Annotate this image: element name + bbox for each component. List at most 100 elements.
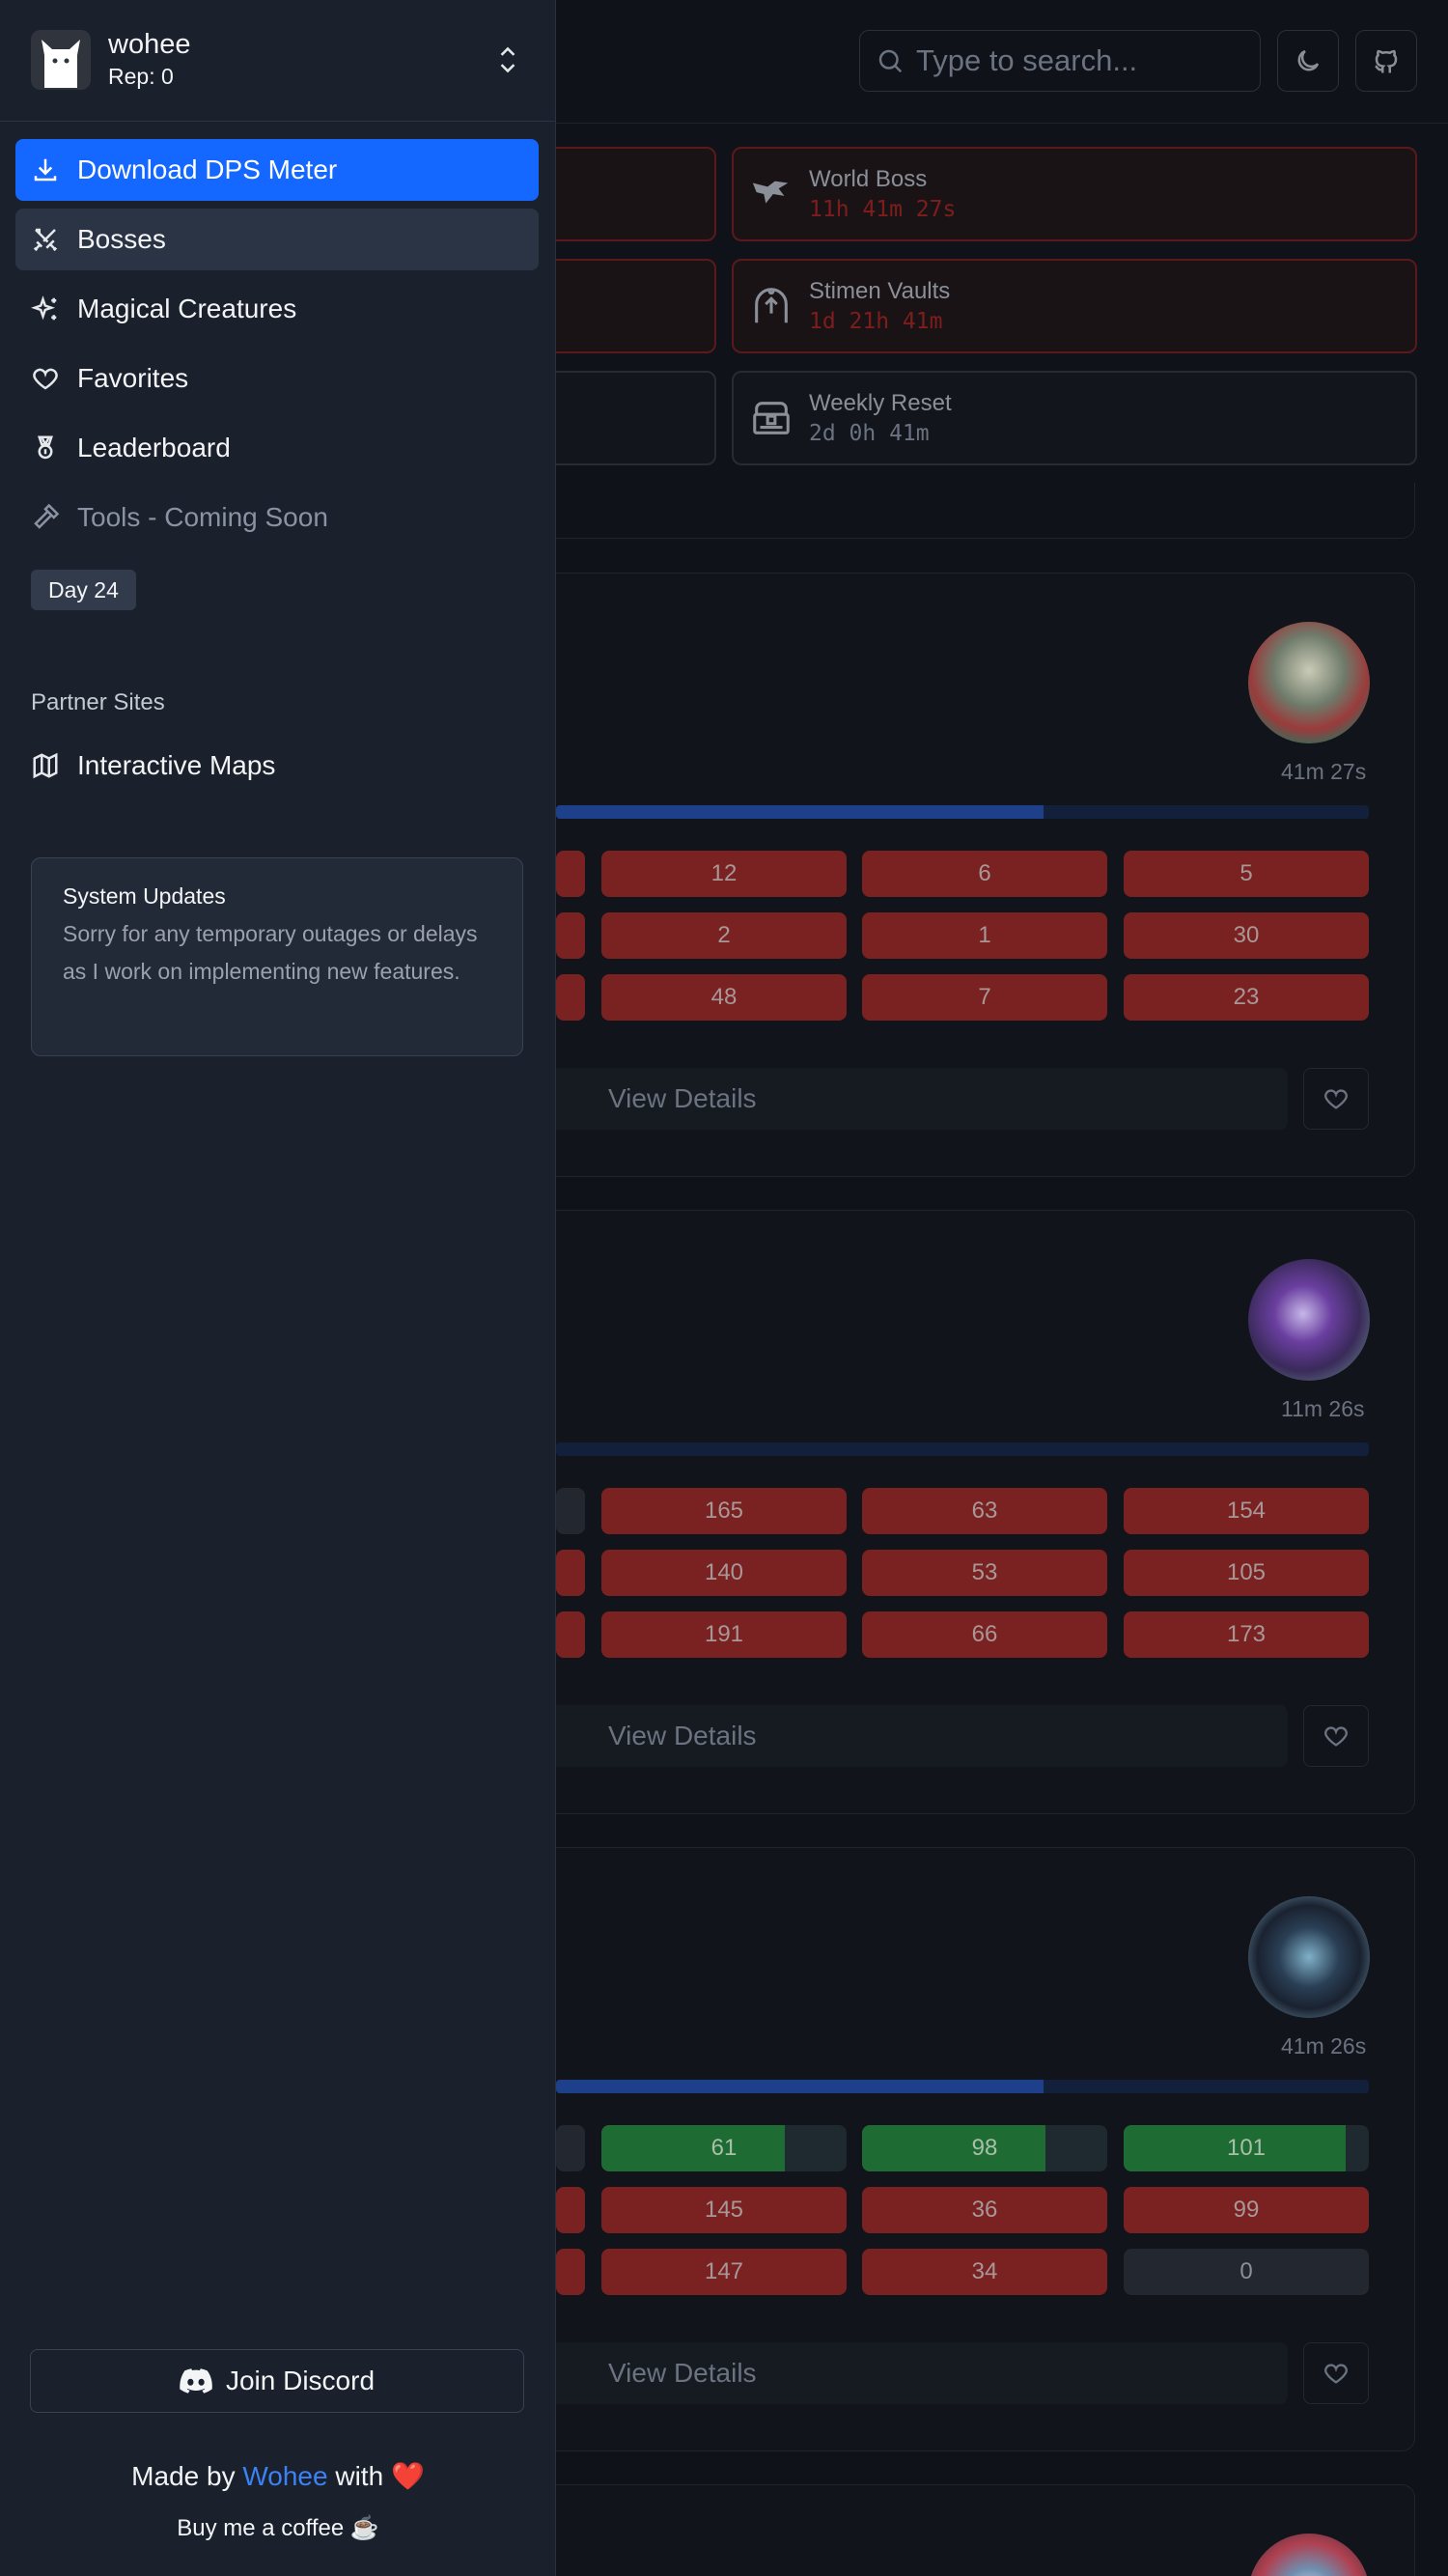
timers-panel-edge bbox=[425, 483, 1415, 539]
stat-cell-partial bbox=[556, 2249, 585, 2295]
stat-cell-partial bbox=[556, 912, 585, 959]
discord-icon bbox=[180, 2368, 212, 2394]
timer-countdown: 11h 41m 27s bbox=[809, 197, 957, 222]
search-icon bbox=[878, 49, 903, 73]
boss-avatar bbox=[1248, 1896, 1370, 2018]
nav-label: Favorites bbox=[77, 363, 189, 393]
favorite-button[interactable] bbox=[1303, 1068, 1369, 1130]
user-menu-trigger[interactable]: wohee Rep: 0 bbox=[0, 0, 556, 122]
favorite-button[interactable] bbox=[1303, 1705, 1369, 1767]
timer-stimen-vaults: Stimen Vaults 1d 21h 41m bbox=[732, 259, 1417, 353]
stat-cell: 63 bbox=[862, 1488, 1107, 1534]
stat-fill bbox=[601, 2125, 785, 2171]
stat-cell: 173 bbox=[1124, 1611, 1369, 1658]
timer-countdown: 1d 21h 41m bbox=[809, 309, 943, 334]
stat-cell: 0 bbox=[1124, 2249, 1369, 2295]
github-button[interactable] bbox=[1355, 30, 1417, 92]
sparkles-icon bbox=[31, 295, 57, 321]
buy-me-a-coffee-link[interactable]: Buy me a coffee ☕ bbox=[0, 2514, 556, 2542]
nav-label: Bosses bbox=[77, 224, 166, 254]
moon-icon bbox=[1297, 49, 1320, 71]
heart-icon bbox=[33, 368, 58, 390]
author-link[interactable]: Wohee bbox=[242, 2461, 327, 2491]
stat-cell: 101 bbox=[1124, 2125, 1369, 2171]
boss-progress-bar bbox=[556, 805, 1369, 819]
boss-avatar bbox=[1248, 622, 1370, 743]
stat-cell-partial bbox=[556, 1550, 585, 1596]
stat-cell: 147 bbox=[601, 2249, 847, 2295]
made-with-text: with bbox=[335, 2461, 384, 2491]
stat-cell: 48 bbox=[601, 974, 847, 1021]
theme-toggle-button[interactable] bbox=[1277, 30, 1339, 92]
stat-cell: 7 bbox=[862, 974, 1107, 1021]
stat-cell-partial bbox=[556, 851, 585, 897]
made-by-text: Made by bbox=[131, 2461, 236, 2491]
sidebar-item-interactive-maps[interactable]: Interactive Maps bbox=[15, 735, 539, 797]
stat-cell: 140 bbox=[601, 1550, 847, 1596]
sidebar-item-leaderboard[interactable]: Leaderboard bbox=[15, 417, 539, 479]
chevrons-up-down-icon bbox=[500, 46, 515, 73]
map-icon bbox=[33, 752, 58, 779]
boss-progress-bar bbox=[556, 1442, 1369, 1456]
hammer-icon bbox=[34, 503, 60, 529]
cat-avatar-icon bbox=[42, 40, 80, 88]
made-by-footer: Made by Wohee with ❤️ bbox=[0, 2460, 556, 2492]
stat-cell: 53 bbox=[862, 1550, 1107, 1596]
stat-cell: 98 bbox=[862, 2125, 1107, 2171]
boss-timer: 11m 26s bbox=[1281, 1396, 1365, 1421]
stat-cell-partial bbox=[556, 974, 585, 1021]
stat-cell: 6 bbox=[862, 851, 1107, 897]
download-icon bbox=[34, 158, 57, 182]
timer-name: Stimen Vaults bbox=[809, 278, 951, 304]
sidebar-item-bosses[interactable]: Bosses bbox=[15, 209, 539, 270]
heart-icon bbox=[1324, 2364, 1348, 2384]
stat-cell: 36 bbox=[862, 2187, 1107, 2233]
timer-name: Weekly Reset bbox=[809, 390, 952, 416]
sidebar-item-magical-creatures[interactable]: Magical Creatures bbox=[15, 278, 539, 340]
username: wohee bbox=[108, 29, 191, 60]
nav-label: Interactive Maps bbox=[77, 750, 276, 780]
timer-weekly-reset: Weekly Reset 2d 0h 41m bbox=[732, 371, 1417, 465]
nav-label: Leaderboard bbox=[77, 433, 231, 462]
heart-icon bbox=[1324, 1089, 1348, 1109]
download-dps-meter-button[interactable]: Download DPS Meter bbox=[15, 139, 539, 201]
stat-cell: 61 bbox=[601, 2125, 847, 2171]
sidebar-item-favorites[interactable]: Favorites bbox=[15, 348, 539, 409]
stat-cell: 191 bbox=[601, 1611, 847, 1658]
favorite-button[interactable] bbox=[1303, 2342, 1369, 2404]
stat-cell: 154 bbox=[1124, 1488, 1369, 1534]
timer-countdown: 2d 0h 41m bbox=[809, 421, 930, 446]
stat-value: 98 bbox=[971, 2135, 998, 2161]
user-reputation: Rep: 0 bbox=[108, 64, 174, 89]
progress-fill bbox=[556, 805, 1044, 819]
stat-cell: 66 bbox=[862, 1611, 1107, 1658]
discord-label: Join Discord bbox=[225, 2366, 376, 2395]
stat-cell: 5 bbox=[1124, 851, 1369, 897]
stat-cell: 30 bbox=[1124, 912, 1369, 959]
stat-cell: 145 bbox=[601, 2187, 847, 2233]
search-input[interactable]: Type to search... bbox=[859, 30, 1261, 92]
stat-cell: 2 bbox=[601, 912, 847, 959]
timer-world-boss: World Boss 11h 41m 27s bbox=[732, 147, 1417, 241]
stat-cell-partial bbox=[556, 2125, 585, 2171]
system-updates-notice: System Updates Sorry for any temporary o… bbox=[31, 857, 523, 1056]
boss-card bbox=[425, 2484, 1415, 2576]
world-boss-icon bbox=[752, 181, 789, 204]
boss-timer: 41m 26s bbox=[1281, 2033, 1367, 2058]
day-badge: Day 24 bbox=[31, 570, 136, 610]
join-discord-button[interactable]: Join Discord bbox=[30, 2349, 524, 2413]
vault-icon bbox=[755, 288, 788, 323]
stat-cell: 12 bbox=[601, 851, 847, 897]
stat-cell-partial bbox=[556, 1611, 585, 1658]
sidebar-item-tools: Tools - Coming Soon bbox=[15, 487, 539, 548]
partner-sites-heading: Partner Sites bbox=[31, 689, 165, 715]
notice-title: System Updates bbox=[63, 883, 226, 909]
boss-timer: 41m 27s bbox=[1281, 759, 1367, 784]
timer-name: World Boss bbox=[809, 166, 928, 192]
swords-icon bbox=[33, 228, 58, 252]
boss-avatar bbox=[1248, 2534, 1370, 2576]
nav-label: Magical Creatures bbox=[77, 294, 297, 323]
stat-cell: 1 bbox=[862, 912, 1107, 959]
stat-fill bbox=[862, 2125, 1045, 2171]
chest-icon bbox=[753, 402, 790, 434]
